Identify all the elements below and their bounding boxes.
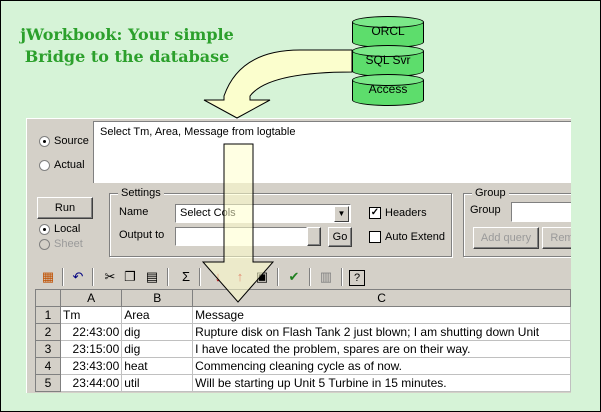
toolbar-separator bbox=[341, 268, 343, 286]
row-number[interactable]: 1 bbox=[35, 306, 61, 324]
local-radio[interactable]: Local bbox=[39, 223, 80, 235]
headers-checkbox-label: Headers bbox=[385, 207, 427, 219]
name-combobox-value: Select Cols bbox=[180, 207, 236, 219]
spreadsheet-toolbar: ▦ ↶ ✂ ❐ ▤ Σ ↓ ↑ ▣ ✔ ▥ ? bbox=[27, 265, 571, 289]
database-sql-server: SQL Svr bbox=[352, 45, 424, 77]
format-icon[interactable]: ▣ bbox=[253, 268, 271, 286]
sql-query-editor[interactable]: Select Tm, Area, Message from logtable bbox=[93, 121, 571, 183]
workbook-icon[interactable]: ▦ bbox=[39, 268, 57, 286]
sheet-radio-label: Sheet bbox=[54, 238, 83, 250]
add-query-button[interactable]: Add query bbox=[473, 227, 539, 249]
cell-c[interactable]: I have located the problem, spares are o… bbox=[192, 340, 571, 358]
toolbar-separator bbox=[92, 268, 94, 286]
export-icon[interactable]: ▥ bbox=[317, 268, 335, 286]
table-row: 1 Tm Area Message bbox=[35, 306, 571, 324]
row-number[interactable]: 2 bbox=[35, 323, 61, 341]
toolbar-separator bbox=[199, 268, 201, 286]
cell-a[interactable]: Tm bbox=[59, 306, 123, 324]
settings-group: Settings bbox=[109, 187, 452, 257]
chevron-down-icon[interactable]: ▼ bbox=[334, 206, 349, 222]
cell-b[interactable]: dig bbox=[121, 340, 194, 358]
database-label: Access bbox=[368, 82, 408, 96]
row-number[interactable]: 4 bbox=[35, 357, 61, 375]
copy-icon[interactable]: ❐ bbox=[121, 268, 139, 286]
group-label: Group bbox=[470, 204, 501, 216]
checkbox-box bbox=[369, 231, 381, 243]
undo-icon[interactable]: ↶ bbox=[69, 268, 87, 286]
toolbar-separator bbox=[62, 268, 64, 286]
cell-b[interactable]: heat bbox=[121, 357, 194, 375]
radio-dot bbox=[39, 135, 50, 147]
radio-dot bbox=[39, 159, 50, 171]
headers-checkbox[interactable]: ✓ Headers bbox=[369, 207, 427, 219]
cut-icon[interactable]: ✂ bbox=[101, 268, 119, 286]
spreadsheet-grid: A B C 1 Tm Area Message 2 22:43:00 dig R… bbox=[35, 289, 571, 392]
tagline: jWorkbook: Your simple Bridge to the dat… bbox=[12, 24, 242, 68]
row-number[interactable]: 3 bbox=[35, 340, 61, 358]
paste-icon[interactable]: ▤ bbox=[143, 268, 161, 286]
table-row: 3 23:15:00 dig I have located the proble… bbox=[35, 340, 571, 358]
source-radio[interactable]: Source bbox=[39, 135, 89, 147]
source-radio-label: Source bbox=[54, 135, 89, 147]
output-to-input[interactable] bbox=[175, 227, 307, 246]
column-header-c[interactable]: C bbox=[192, 289, 571, 307]
go-button[interactable]: Go bbox=[328, 227, 352, 247]
actual-radio[interactable]: Actual bbox=[39, 159, 85, 171]
cell-b[interactable]: Area bbox=[121, 306, 194, 324]
group-group-title: Group bbox=[472, 187, 509, 199]
cell-c[interactable]: Commencing cleaning cycle as of now. bbox=[192, 357, 571, 375]
table-row: 2 22:43:00 dig Rupture disk on Flash Tan… bbox=[35, 323, 571, 341]
sum-icon[interactable]: Σ bbox=[177, 268, 195, 286]
cell-a[interactable]: 23:15:00 bbox=[59, 340, 123, 358]
cell-c[interactable]: Message bbox=[192, 306, 571, 324]
run-button[interactable]: Run bbox=[37, 197, 93, 219]
output-to-label: Output to bbox=[119, 229, 165, 241]
table-row: 4 23:43:00 heat Commencing cleaning cycl… bbox=[35, 357, 571, 375]
database-label: ORCL bbox=[371, 24, 405, 38]
sort-descending-icon[interactable]: ↑ bbox=[231, 268, 249, 286]
toolbar-separator bbox=[167, 268, 169, 286]
sheet-radio[interactable]: Sheet bbox=[39, 238, 83, 250]
jworkbook-window: Source Actual Select Tm, Area, Message f… bbox=[26, 118, 571, 393]
table-row: 5 23:44:00 util Will be starting up Unit… bbox=[35, 374, 571, 392]
cell-c[interactable]: Will be starting up Unit 5 Turbine in 15… bbox=[192, 374, 571, 392]
column-header-b[interactable]: B bbox=[121, 289, 194, 307]
radio-dot bbox=[39, 223, 50, 235]
check-icon[interactable]: ✔ bbox=[285, 268, 303, 286]
auto-extend-checkbox[interactable]: Auto Extend bbox=[369, 231, 445, 243]
toolbar-separator bbox=[277, 268, 279, 286]
auto-extend-checkbox-label: Auto Extend bbox=[385, 231, 445, 243]
column-header-a[interactable]: A bbox=[59, 289, 123, 307]
tagline-line-2: Bridge to the database bbox=[24, 47, 230, 66]
output-browse-button[interactable] bbox=[307, 227, 321, 246]
cell-c[interactable]: Rupture disk on Flash Tank 2 just blown;… bbox=[192, 323, 571, 341]
actual-radio-label: Actual bbox=[54, 159, 85, 171]
cell-b[interactable]: dig bbox=[121, 323, 194, 341]
toolbar-separator bbox=[309, 268, 311, 286]
tagline-line-1: jWorkbook: Your simple bbox=[20, 25, 234, 44]
cell-a[interactable]: 22:43:00 bbox=[59, 323, 123, 341]
sort-ascending-icon[interactable]: ↓ bbox=[209, 268, 227, 286]
settings-group-title: Settings bbox=[118, 187, 164, 199]
cell-b[interactable]: util bbox=[121, 374, 194, 392]
name-combobox[interactable]: Select Cols ▼ bbox=[175, 204, 351, 223]
radio-dot bbox=[39, 238, 50, 250]
group-input[interactable] bbox=[511, 202, 571, 222]
name-label: Name bbox=[119, 206, 149, 218]
local-radio-label: Local bbox=[54, 223, 81, 235]
cell-a[interactable]: 23:43:00 bbox=[59, 357, 123, 375]
database-orcl: ORCL bbox=[352, 16, 424, 48]
corner-cell[interactable] bbox=[35, 289, 61, 307]
checkbox-box: ✓ bbox=[369, 207, 381, 219]
database-label: SQL Svr bbox=[365, 53, 411, 67]
remove-query-button[interactable]: Rem bbox=[542, 227, 571, 249]
database-access: Access bbox=[352, 74, 424, 106]
cell-a[interactable]: 23:44:00 bbox=[59, 374, 123, 392]
row-number[interactable]: 5 bbox=[35, 374, 61, 392]
help-icon[interactable]: ? bbox=[349, 270, 365, 286]
